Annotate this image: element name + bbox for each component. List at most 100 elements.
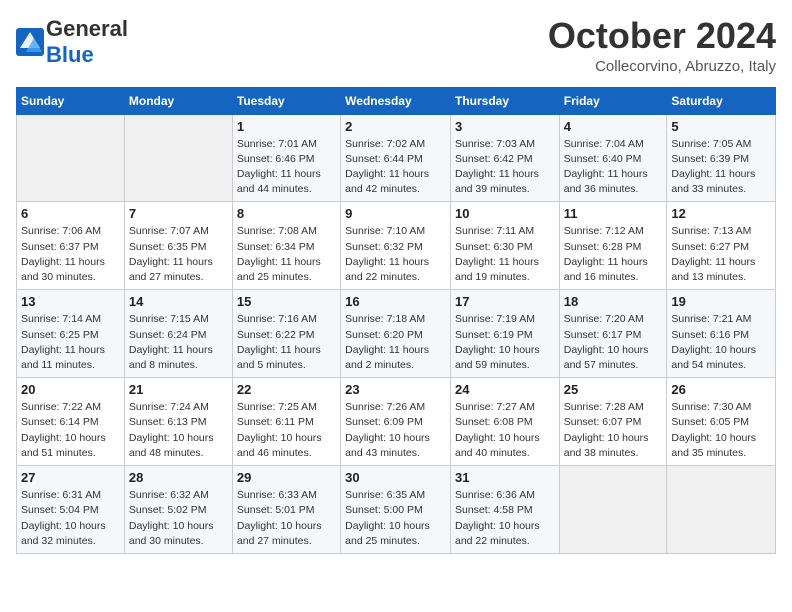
logo-general-text: General — [46, 16, 128, 41]
day-info: Sunrise: 7:24 AM Sunset: 6:13 PM Dayligh… — [129, 400, 228, 461]
day-number: 11 — [564, 206, 663, 221]
calendar-cell: 9 Sunrise: 7:10 AM Sunset: 6:32 PM Daylig… — [341, 202, 451, 290]
day-number: 30 — [345, 470, 446, 485]
day-info: Sunrise: 7:27 AM Sunset: 6:08 PM Dayligh… — [455, 400, 555, 461]
calendar-cell: 15Sunrise: 7:16 AM Sunset: 6:22 PM Dayli… — [232, 290, 340, 378]
day-number: 26 — [671, 382, 771, 397]
weekday-header: Thursday — [450, 87, 559, 114]
calendar-cell: 22 Sunrise: 7:25 AM Sunset: 6:11 PM Dayli… — [232, 378, 340, 466]
calendar-cell: 21 Sunrise: 7:24 AM Sunset: 6:13 PM Dayli… — [124, 378, 232, 466]
day-info: Sunrise: 6:35 AM Sunset: 5:00 PM Dayligh… — [345, 488, 446, 549]
calendar-cell: 4Sunrise: 7:04 AM Sunset: 6:40 PM Daylig… — [559, 114, 667, 202]
weekday-header: Wednesday — [341, 87, 451, 114]
day-info: Sunrise: 7:12 AM Sunset: 6:28 PM Dayligh… — [564, 224, 663, 285]
weekday-header-row: SundayMondayTuesdayWednesdayThursdayFrid… — [17, 87, 776, 114]
logo-blue-text: Blue — [46, 42, 94, 67]
day-info: Sunrise: 7:25 AM Sunset: 6:11 PM Dayligh… — [237, 400, 336, 461]
calendar-table: SundayMondayTuesdayWednesdayThursdayFrid… — [16, 87, 776, 554]
calendar-cell: 18Sunrise: 7:20 AM Sunset: 6:17 PM Dayli… — [559, 290, 667, 378]
day-info: Sunrise: 7:26 AM Sunset: 6:09 PM Dayligh… — [345, 400, 446, 461]
day-info: Sunrise: 7:02 AM Sunset: 6:44 PM Dayligh… — [345, 137, 446, 198]
day-number: 19 — [671, 294, 771, 309]
calendar-cell: 12 Sunrise: 7:13 AM Sunset: 6:27 PM Dayli… — [667, 202, 776, 290]
day-number: 3 — [455, 119, 555, 134]
calendar-cell: 13 Sunrise: 7:14 AM Sunset: 6:25 PM Dayli… — [17, 290, 125, 378]
day-info: Sunrise: 7:01 AM Sunset: 6:46 PM Dayligh… — [237, 137, 336, 198]
day-number: 14 — [129, 294, 228, 309]
calendar-cell: 6 Sunrise: 7:06 AM Sunset: 6:37 PM Daylig… — [17, 202, 125, 290]
day-info: Sunrise: 7:11 AM Sunset: 6:30 PM Dayligh… — [455, 224, 555, 285]
calendar-cell — [17, 114, 125, 202]
calendar-cell: 8 Sunrise: 7:08 AM Sunset: 6:34 PM Daylig… — [232, 202, 340, 290]
day-info: Sunrise: 6:32 AM Sunset: 5:02 PM Dayligh… — [129, 488, 228, 549]
day-number: 5 — [671, 119, 771, 134]
day-number: 16 — [345, 294, 446, 309]
day-number: 31 — [455, 470, 555, 485]
day-info: Sunrise: 6:36 AM Sunset: 4:58 PM Dayligh… — [455, 488, 555, 549]
weekday-header: Friday — [559, 87, 667, 114]
day-number: 13 — [21, 294, 120, 309]
day-number: 15 — [237, 294, 336, 309]
day-info: Sunrise: 7:21 AM Sunset: 6:16 PM Dayligh… — [671, 312, 771, 373]
day-number: 4 — [564, 119, 663, 134]
day-number: 1 — [237, 119, 336, 134]
calendar-cell: 20 Sunrise: 7:22 AM Sunset: 6:14 PM Dayli… — [17, 378, 125, 466]
calendar-cell: 14 Sunrise: 7:15 AM Sunset: 6:24 PM Dayli… — [124, 290, 232, 378]
calendar-cell: 19 Sunrise: 7:21 AM Sunset: 6:16 PM Dayli… — [667, 290, 776, 378]
calendar-cell: 11 Sunrise: 7:12 AM Sunset: 6:28 PM Dayli… — [559, 202, 667, 290]
day-number: 18 — [564, 294, 663, 309]
calendar-cell — [559, 466, 667, 554]
calendar-cell: 23 Sunrise: 7:26 AM Sunset: 6:09 PM Dayli… — [341, 378, 451, 466]
day-number: 22 — [237, 382, 336, 397]
calendar-week-row: 27 Sunrise: 6:31 AM Sunset: 5:04 PM Dayli… — [17, 466, 776, 554]
day-info: Sunrise: 7:14 AM Sunset: 6:25 PM Dayligh… — [21, 312, 120, 373]
weekday-header: Tuesday — [232, 87, 340, 114]
day-number: 21 — [129, 382, 228, 397]
weekday-header: Saturday — [667, 87, 776, 114]
calendar-week-row: 1 Sunrise: 7:01 AM Sunset: 6:46 PM Daylig… — [17, 114, 776, 202]
calendar-cell: 30 Sunrise: 6:35 AM Sunset: 5:00 PM Dayli… — [341, 466, 451, 554]
day-info: Sunrise: 7:06 AM Sunset: 6:37 PM Dayligh… — [21, 224, 120, 285]
day-info: Sunrise: 7:10 AM Sunset: 6:32 PM Dayligh… — [345, 224, 446, 285]
day-info: Sunrise: 7:30 AM Sunset: 6:05 PM Dayligh… — [671, 400, 771, 461]
calendar-cell: 10Sunrise: 7:11 AM Sunset: 6:30 PM Dayli… — [450, 202, 559, 290]
day-info: Sunrise: 7:28 AM Sunset: 6:07 PM Dayligh… — [564, 400, 663, 461]
calendar-week-row: 13 Sunrise: 7:14 AM Sunset: 6:25 PM Dayli… — [17, 290, 776, 378]
calendar-cell: 2 Sunrise: 7:02 AM Sunset: 6:44 PM Daylig… — [341, 114, 451, 202]
calendar-cell: 24 Sunrise: 7:27 AM Sunset: 6:08 PM Dayli… — [450, 378, 559, 466]
day-number: 23 — [345, 382, 446, 397]
calendar-week-row: 6 Sunrise: 7:06 AM Sunset: 6:37 PM Daylig… — [17, 202, 776, 290]
weekday-header: Monday — [124, 87, 232, 114]
weekday-header: Sunday — [17, 87, 125, 114]
location: Collecorvino, Abruzzo, Italy — [548, 58, 776, 75]
calendar-cell: 26 Sunrise: 7:30 AM Sunset: 6:05 PM Dayli… — [667, 378, 776, 466]
calendar-week-row: 20 Sunrise: 7:22 AM Sunset: 6:14 PM Dayli… — [17, 378, 776, 466]
day-number: 6 — [21, 206, 120, 221]
calendar-cell: 3Sunrise: 7:03 AM Sunset: 6:42 PM Daylig… — [450, 114, 559, 202]
day-number: 12 — [671, 206, 771, 221]
logo-icon — [16, 28, 44, 56]
day-number: 27 — [21, 470, 120, 485]
day-number: 29 — [237, 470, 336, 485]
day-info: Sunrise: 7:22 AM Sunset: 6:14 PM Dayligh… — [21, 400, 120, 461]
day-number: 2 — [345, 119, 446, 134]
calendar-cell — [124, 114, 232, 202]
day-info: Sunrise: 6:31 AM Sunset: 5:04 PM Dayligh… — [21, 488, 120, 549]
day-info: Sunrise: 7:15 AM Sunset: 6:24 PM Dayligh… — [129, 312, 228, 373]
day-number: 20 — [21, 382, 120, 397]
month-title: October 2024 — [548, 16, 776, 56]
day-info: Sunrise: 7:13 AM Sunset: 6:27 PM Dayligh… — [671, 224, 771, 285]
calendar-cell: 27 Sunrise: 6:31 AM Sunset: 5:04 PM Dayli… — [17, 466, 125, 554]
calendar-cell: 31 Sunrise: 6:36 AM Sunset: 4:58 PM Dayli… — [450, 466, 559, 554]
day-number: 9 — [345, 206, 446, 221]
calendar-cell: 7Sunrise: 7:07 AM Sunset: 6:35 PM Daylig… — [124, 202, 232, 290]
day-info: Sunrise: 7:05 AM Sunset: 6:39 PM Dayligh… — [671, 137, 771, 198]
day-number: 17 — [455, 294, 555, 309]
day-number: 8 — [237, 206, 336, 221]
day-info: Sunrise: 7:07 AM Sunset: 6:35 PM Dayligh… — [129, 224, 228, 285]
day-number: 24 — [455, 382, 555, 397]
page-header: General Blue October 2024 Collecorvino, … — [16, 16, 776, 75]
calendar-cell: 17Sunrise: 7:19 AM Sunset: 6:19 PM Dayli… — [450, 290, 559, 378]
day-info: Sunrise: 7:08 AM Sunset: 6:34 PM Dayligh… — [237, 224, 336, 285]
day-number: 28 — [129, 470, 228, 485]
